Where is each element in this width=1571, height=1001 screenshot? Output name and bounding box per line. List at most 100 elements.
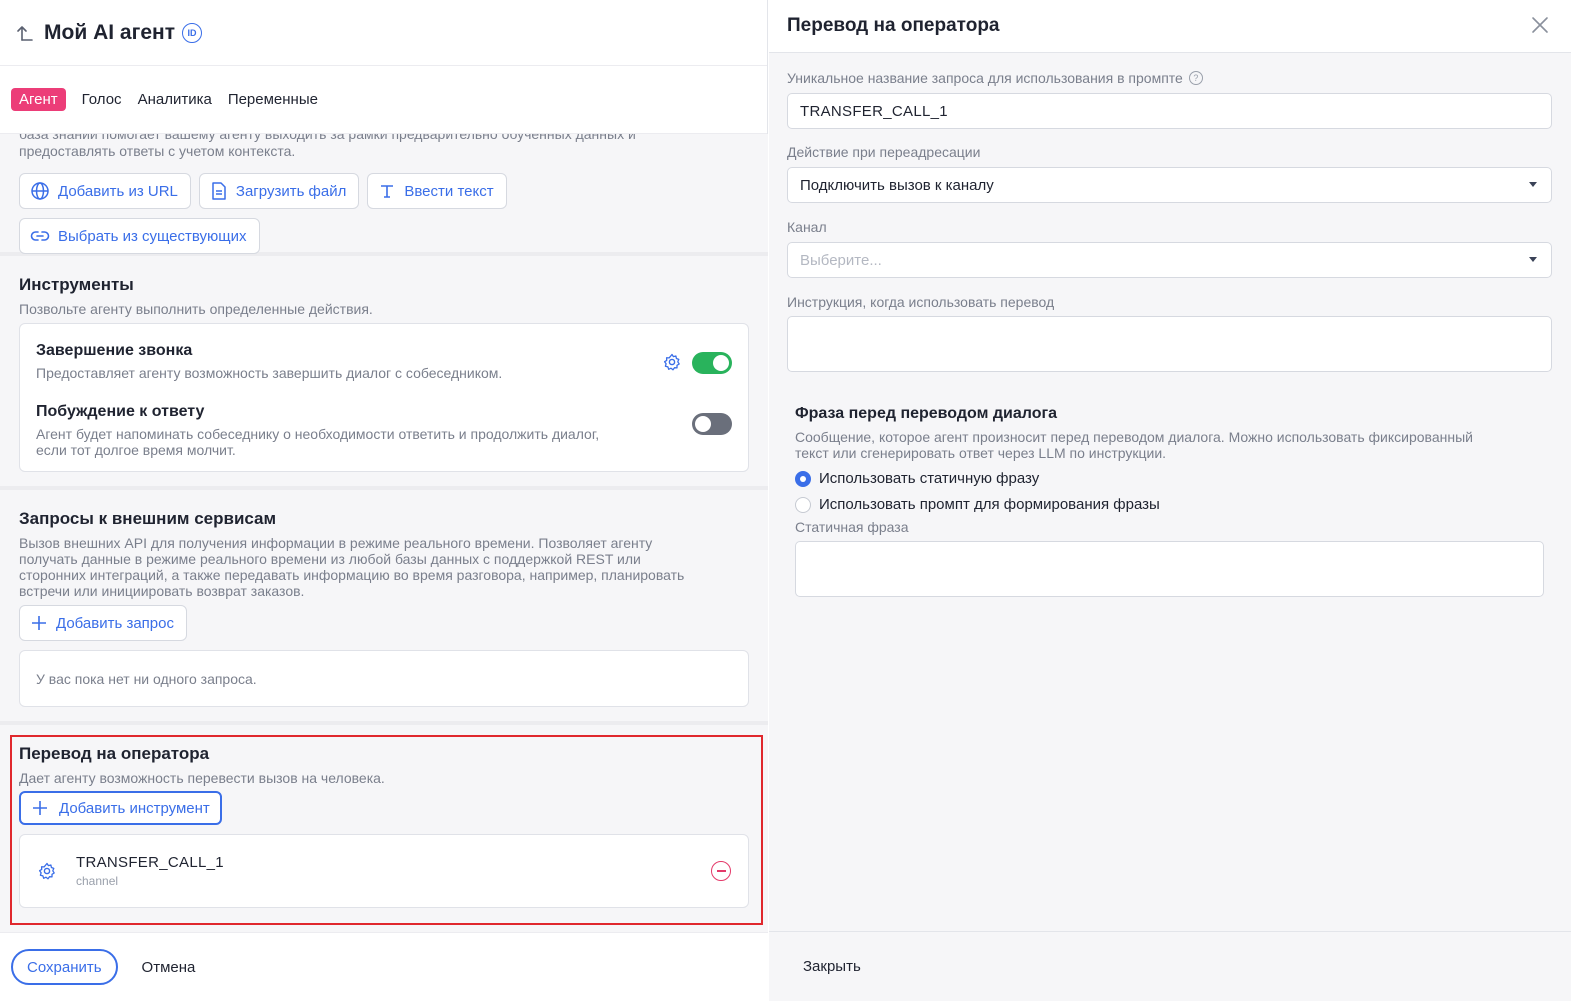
- channel-select-placeholder: Выберите...: [800, 251, 882, 269]
- link-icon: [30, 231, 50, 241]
- channel-field-label-text: Канал: [787, 219, 827, 235]
- content-scroll-area[interactable]: база знаний помогает вашему агенту выход…: [0, 134, 768, 932]
- static-phrase-textarea[interactable]: [795, 541, 1544, 597]
- static-phrase-label: Статичная фраза: [795, 519, 1553, 535]
- drawer-body: Уникальное название запроса для использо…: [769, 70, 1571, 597]
- add-tool-button[interactable]: Добавить инструмент: [19, 791, 222, 825]
- knowledge-desc: база знаний помогает вашему агенту выход…: [19, 134, 749, 160]
- instruction-field-label: Инструкция, когда использовать перевод: [787, 294, 1553, 310]
- choose-existing-button[interactable]: Выбрать из существующих: [19, 218, 260, 254]
- radio-prompt-label: Использовать промпт для формирования фра…: [819, 496, 1160, 513]
- request-name-value: TRANSFER_CALL_1: [800, 102, 948, 120]
- add-from-url-button[interactable]: Добавить из URL: [19, 173, 191, 209]
- external-requests-section: Запросы к внешним сервисам Вызов внешних…: [0, 490, 768, 721]
- save-button[interactable]: Сохранить: [11, 949, 118, 985]
- phrase-desc-line: Сообщение, которое агент произносит пере…: [795, 429, 1473, 445]
- page-header: Мой AI агент ID: [0, 0, 767, 66]
- agent-editor-panel: Мой AI агент ID Агент Голос Аналитика Пе…: [0, 0, 768, 1001]
- channel-select[interactable]: Выберите...: [787, 242, 1552, 278]
- transfer-tool-item[interactable]: TRANSFER_CALL_1 channel: [19, 834, 749, 908]
- action-field-label-text: Действие при переадресации: [787, 144, 981, 160]
- add-from-url-label: Добавить из URL: [58, 182, 178, 200]
- channel-field-label: Канал: [787, 219, 1553, 235]
- tool-prompt-reply-desc-line: Агент будет напоминать собеседнику о нео…: [36, 426, 600, 442]
- prompt-reply-toggle[interactable]: [692, 413, 732, 435]
- add-tool-label: Добавить инструмент: [59, 799, 210, 817]
- chevron-down-icon: [1529, 182, 1537, 187]
- tab-bar: Агент Голос Аналитика Переменные: [0, 66, 767, 134]
- page-title: Мой AI агент: [44, 20, 175, 44]
- radio-prompt-phrase[interactable]: Использовать промпт для формирования фра…: [795, 496, 1553, 513]
- tool-end-call-desc: Предоставляет агенту возможность заверши…: [36, 365, 503, 381]
- help-icon[interactable]: ?: [1188, 71, 1203, 85]
- action-select[interactable]: Подключить вызов к каналу: [787, 167, 1552, 203]
- plus-icon: [33, 801, 47, 815]
- requests-desc-line: получать данные в режиме реального време…: [19, 551, 641, 567]
- radio-static-label: Использовать статичную фразу: [819, 470, 1040, 487]
- close-icon[interactable]: [1529, 14, 1551, 36]
- tab-voice[interactable]: Голос: [82, 88, 122, 111]
- tool-prompt-reply: Побуждение к ответу Агент будет напомина…: [20, 403, 748, 458]
- tool-end-call-name: Завершение звонка: [36, 342, 193, 359]
- enter-text-label: Ввести текст: [404, 182, 494, 200]
- requests-empty-text: У вас пока нет ни одного запроса.: [36, 670, 257, 687]
- tools-title: Инструменты: [19, 275, 134, 294]
- instruction-field-label-text: Инструкция, когда использовать перевод: [787, 294, 1055, 310]
- phrase-section: Фраза перед переводом диалога Сообщение,…: [787, 405, 1553, 597]
- requests-desc: Вызов внешних API для получения информац…: [19, 535, 749, 599]
- enter-text-button[interactable]: Ввести текст: [367, 173, 507, 209]
- add-request-button[interactable]: Добавить запрос: [19, 605, 187, 641]
- tools-section: Инструменты Позвольте агенту выполнить о…: [0, 256, 768, 486]
- knowledge-desc-line: предоставлять ответы с учетом контекста.: [19, 143, 296, 159]
- tool-prompt-reply-desc: Агент будет напоминать собеседнику о нео…: [36, 426, 692, 458]
- radio-static-phrase[interactable]: Использовать статичную фразу: [795, 470, 1553, 487]
- instruction-textarea[interactable]: [787, 316, 1552, 372]
- requests-desc-line: Вызов внешних API для получения информац…: [19, 535, 653, 551]
- requests-empty-state: У вас пока нет ни одного запроса.: [19, 650, 749, 707]
- gear-icon[interactable]: [662, 352, 682, 372]
- back-arrow-icon[interactable]: [14, 22, 36, 44]
- id-badge-icon[interactable]: ID: [181, 22, 202, 43]
- transfer-title: Перевод на оператора: [19, 744, 210, 763]
- tab-variables[interactable]: Переменные: [228, 88, 318, 111]
- name-field-label: Уникальное название запроса для использо…: [787, 70, 1553, 86]
- close-button[interactable]: Закрыть: [803, 958, 861, 975]
- request-name-input[interactable]: TRANSFER_CALL_1: [787, 93, 1552, 129]
- end-call-toggle[interactable]: [692, 352, 732, 374]
- transfer-item-name: TRANSFER_CALL_1: [76, 854, 224, 871]
- requests-title: Запросы к внешним сервисам: [19, 509, 277, 528]
- text-icon: [381, 185, 394, 198]
- transfer-section: Перевод на оператора Дает агенту возможн…: [0, 725, 768, 925]
- drawer-title: Перевод на оператора: [787, 15, 1000, 36]
- knowledge-desc-line: база знаний помогает вашему агенту выход…: [19, 134, 636, 142]
- knowledge-base-section: база знаний помогает вашему агенту выход…: [0, 134, 768, 254]
- file-icon: [212, 182, 226, 200]
- tab-analytics[interactable]: Аналитика: [138, 88, 212, 111]
- transfer-subtitle: Дает агенту возможность перевести вызов …: [19, 770, 385, 786]
- add-request-label: Добавить запрос: [56, 614, 174, 632]
- radio-checked-icon: [795, 470, 811, 487]
- static-phrase-label-text: Статичная фраза: [795, 519, 909, 535]
- transfer-settings-drawer: Перевод на оператора Уникальное название…: [769, 0, 1571, 1001]
- editor-footer: Сохранить Отмена: [0, 932, 768, 1001]
- tab-agent[interactable]: Агент: [11, 88, 66, 111]
- remove-icon[interactable]: [711, 861, 731, 881]
- requests-desc-line: встречи или инициировать возврат заказов…: [19, 583, 305, 599]
- gear-icon[interactable]: [37, 861, 57, 881]
- name-field-label-text: Уникальное название запроса для использо…: [787, 70, 1183, 86]
- transfer-item-type: channel: [76, 874, 119, 888]
- choose-existing-label: Выбрать из существующих: [58, 227, 247, 245]
- drawer-footer: Закрыть: [769, 931, 1571, 1001]
- phrase-desc: Сообщение, которое агент произносит пере…: [795, 429, 1553, 461]
- globe-icon: [31, 182, 49, 200]
- drawer-header: Перевод на оператора: [769, 0, 1571, 53]
- phrase-desc-line: текст или сгенерировать ответ через LLM …: [795, 445, 1167, 461]
- requests-desc-line: сторонних интеграций, а также передавать…: [19, 567, 685, 583]
- tools-card: Завершение звонка Предоставляет агенту в…: [19, 323, 749, 472]
- upload-file-button[interactable]: Загрузить файл: [198, 173, 360, 209]
- action-field-label: Действие при переадресации: [787, 144, 1553, 160]
- cancel-button[interactable]: Отмена: [142, 959, 196, 976]
- action-select-value: Подключить вызов к каналу: [800, 176, 994, 194]
- plus-icon: [32, 616, 46, 630]
- phrase-title: Фраза перед переводом диалога: [795, 405, 1058, 422]
